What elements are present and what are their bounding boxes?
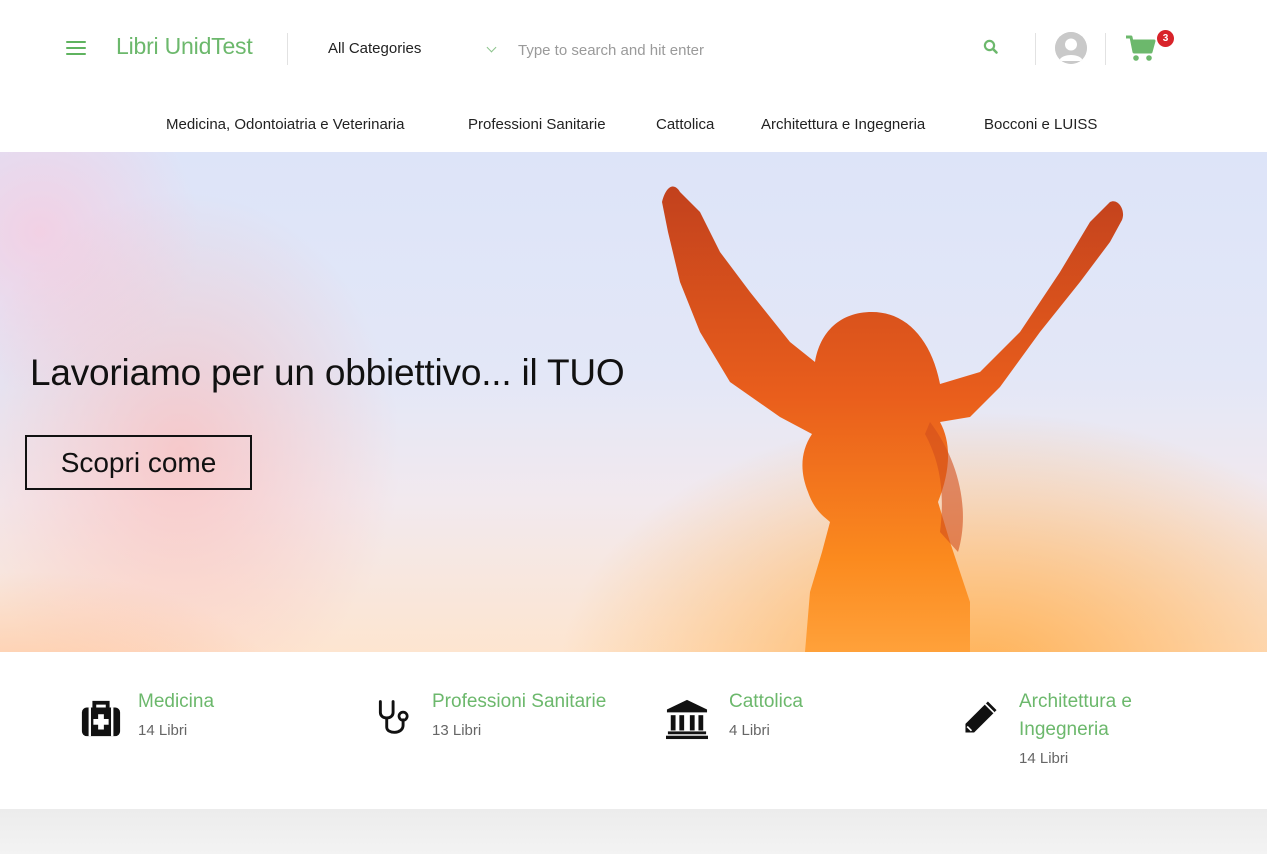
main-nav: Medicina, Odontoiatria e Veterinaria Pro… — [0, 108, 1267, 148]
category-card-cattolica[interactable]: Cattolica 4 Libri — [664, 688, 864, 748]
category-name: Professioni Sanitarie — [432, 691, 607, 712]
divider — [287, 33, 288, 65]
category-strip: Medicina 14 Libri Professioni Sanitarie … — [0, 652, 1267, 809]
site-logo[interactable]: Libri UnidTest — [116, 33, 253, 60]
category-name: Cattolica — [729, 691, 803, 712]
search-input[interactable] — [518, 36, 968, 64]
category-select[interactable]: All Categories — [328, 38, 500, 62]
section-divider — [0, 809, 1267, 854]
nav-item-medicina[interactable]: Medicina, Odontoiatria e Veterinaria — [166, 116, 404, 133]
category-count: 14 Libri — [138, 722, 188, 739]
divider — [1035, 33, 1036, 65]
cart-count-badge: 3 — [1157, 30, 1174, 47]
category-count: 4 Libri — [729, 722, 770, 739]
cart-button[interactable]: 3 — [1125, 30, 1177, 64]
category-name-line2: Ingegneria — [1019, 719, 1109, 740]
menu-icon[interactable] — [66, 40, 86, 56]
stethoscope-icon — [378, 700, 409, 734]
category-select-value: All Categories — [328, 40, 422, 57]
medical-kit-icon — [81, 700, 121, 737]
nav-item-professioni-sanitarie[interactable]: Professioni Sanitarie — [468, 116, 606, 133]
user-icon — [1055, 32, 1087, 64]
category-name: Medicina — [138, 691, 215, 712]
divider — [1105, 33, 1106, 65]
hero-banner: Lavoriamo per un obbiettivo... il TUO Sc… — [0, 152, 1267, 652]
category-card-professioni-sanitarie[interactable]: Professioni Sanitarie 13 Libri — [374, 688, 634, 748]
cart-icon — [1126, 35, 1156, 61]
nav-item-cattolica[interactable]: Cattolica — [656, 116, 714, 133]
nav-item-architettura[interactable]: Architettura e Ingegneria — [761, 116, 925, 133]
category-count: 14 Libri — [1019, 750, 1069, 767]
user-avatar[interactable] — [1055, 32, 1087, 64]
category-card-medicina[interactable]: Medicina 14 Libri — [80, 688, 300, 748]
category-count: 13 Libri — [432, 722, 482, 739]
institution-icon — [666, 699, 708, 740]
search-button[interactable] — [982, 38, 1002, 58]
pencil-icon — [965, 701, 997, 733]
site-header: Libri UnidTest All Categories 3 — [0, 0, 1267, 96]
hero-title: Lavoriamo per un obbiettivo... il TUO — [30, 352, 625, 393]
discover-button[interactable]: Scopri come — [25, 435, 252, 490]
category-name-line1: Architettura e — [1019, 691, 1132, 712]
hero-image-silhouette — [662, 186, 1124, 652]
chevron-down-icon — [486, 42, 497, 53]
search-icon — [983, 39, 998, 54]
nav-item-bocconi[interactable]: Bocconi e LUISS — [984, 116, 1097, 133]
category-card-architettura[interactable]: Architettura e Ingegneria 14 Libri — [962, 688, 1182, 778]
